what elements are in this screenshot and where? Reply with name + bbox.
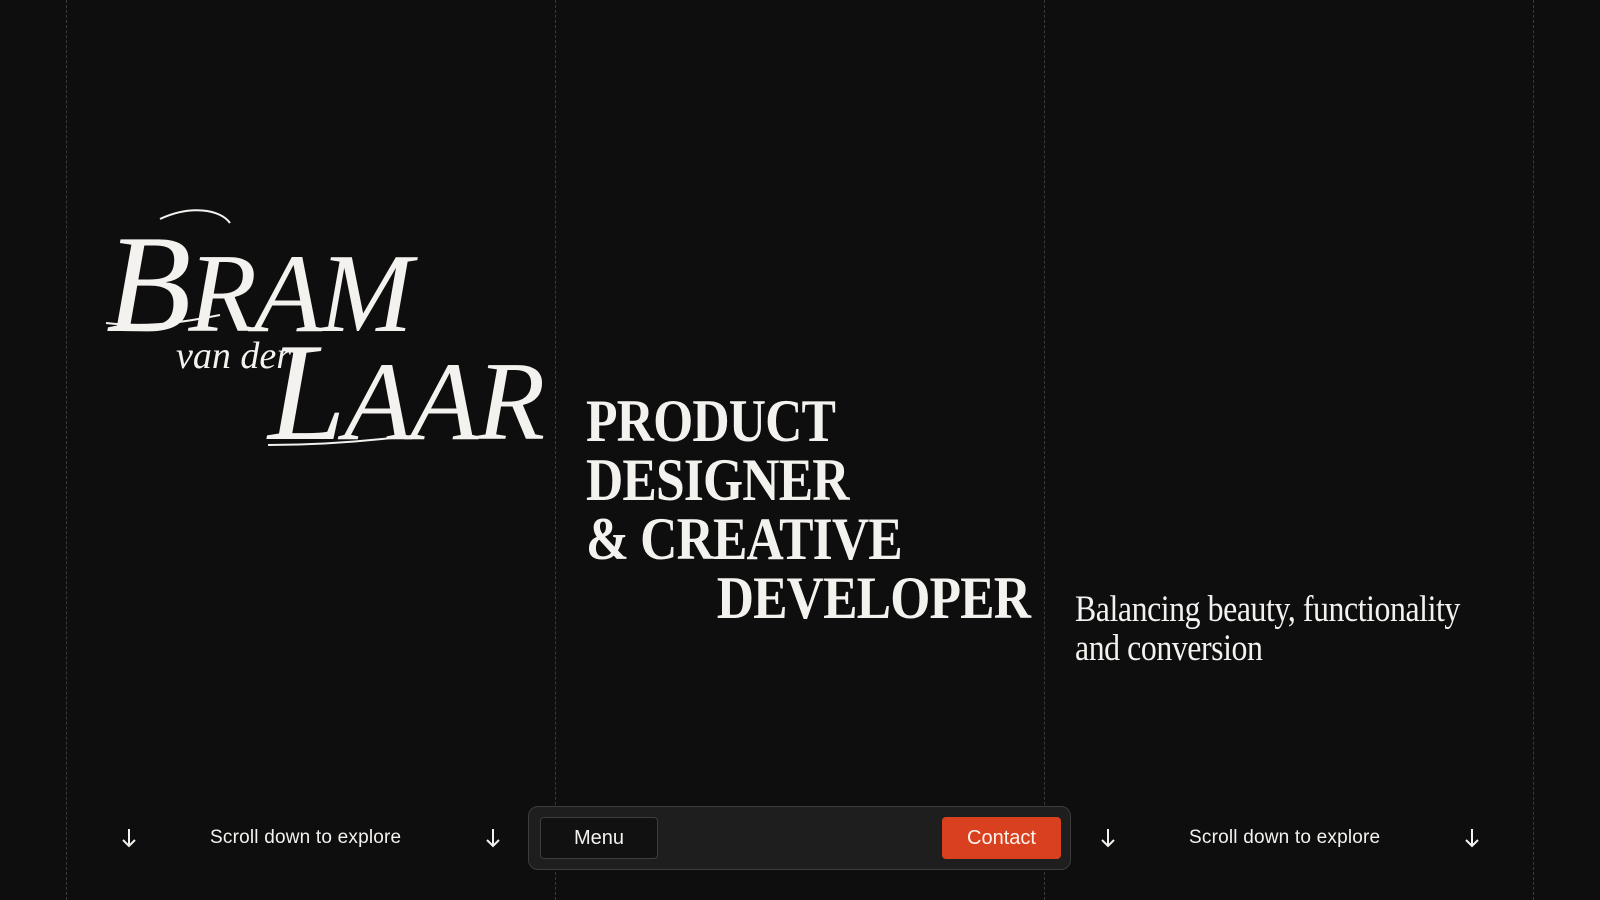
menu-button[interactable]: Menu — [540, 817, 658, 859]
bottom-nav-bar: Menu Contact — [528, 806, 1071, 870]
scroll-hint-label: Scroll down to explore — [210, 827, 402, 848]
grid-line — [66, 0, 67, 900]
headline-line: PRODUCT — [586, 388, 836, 454]
grid-line — [1533, 0, 1534, 900]
scroll-hint-left[interactable]: Scroll down to explore — [118, 820, 518, 856]
headline-line: DEVELOPER — [716, 565, 1031, 631]
logo-last-rest: AAR — [343, 340, 545, 464]
hero-headline: PRODUCT DESIGNER & CREATIVE DEVELOPER — [586, 388, 1031, 631]
scroll-hint-right[interactable]: Scroll down to explore — [1097, 820, 1497, 856]
headline-line: DESIGNER — [586, 447, 850, 513]
arrow-down-icon — [486, 829, 500, 848]
hero-tagline: Balancing beauty, functionality and conv… — [1075, 589, 1460, 669]
arrow-down-icon — [1101, 829, 1115, 848]
headline-line: & CREATIVE — [586, 506, 903, 572]
contact-button[interactable]: Contact — [942, 817, 1061, 859]
arrow-down-icon — [1465, 829, 1479, 848]
grid-line — [1044, 0, 1045, 900]
grid-line — [555, 0, 556, 900]
brand-logo[interactable]: BRAM van der LAAR — [100, 205, 545, 465]
arrow-down-icon — [122, 829, 136, 848]
scroll-hint-label: Scroll down to explore — [1189, 827, 1381, 848]
logo-last-initial: L — [268, 315, 346, 470]
logo-last-name: LAAR — [268, 323, 545, 464]
